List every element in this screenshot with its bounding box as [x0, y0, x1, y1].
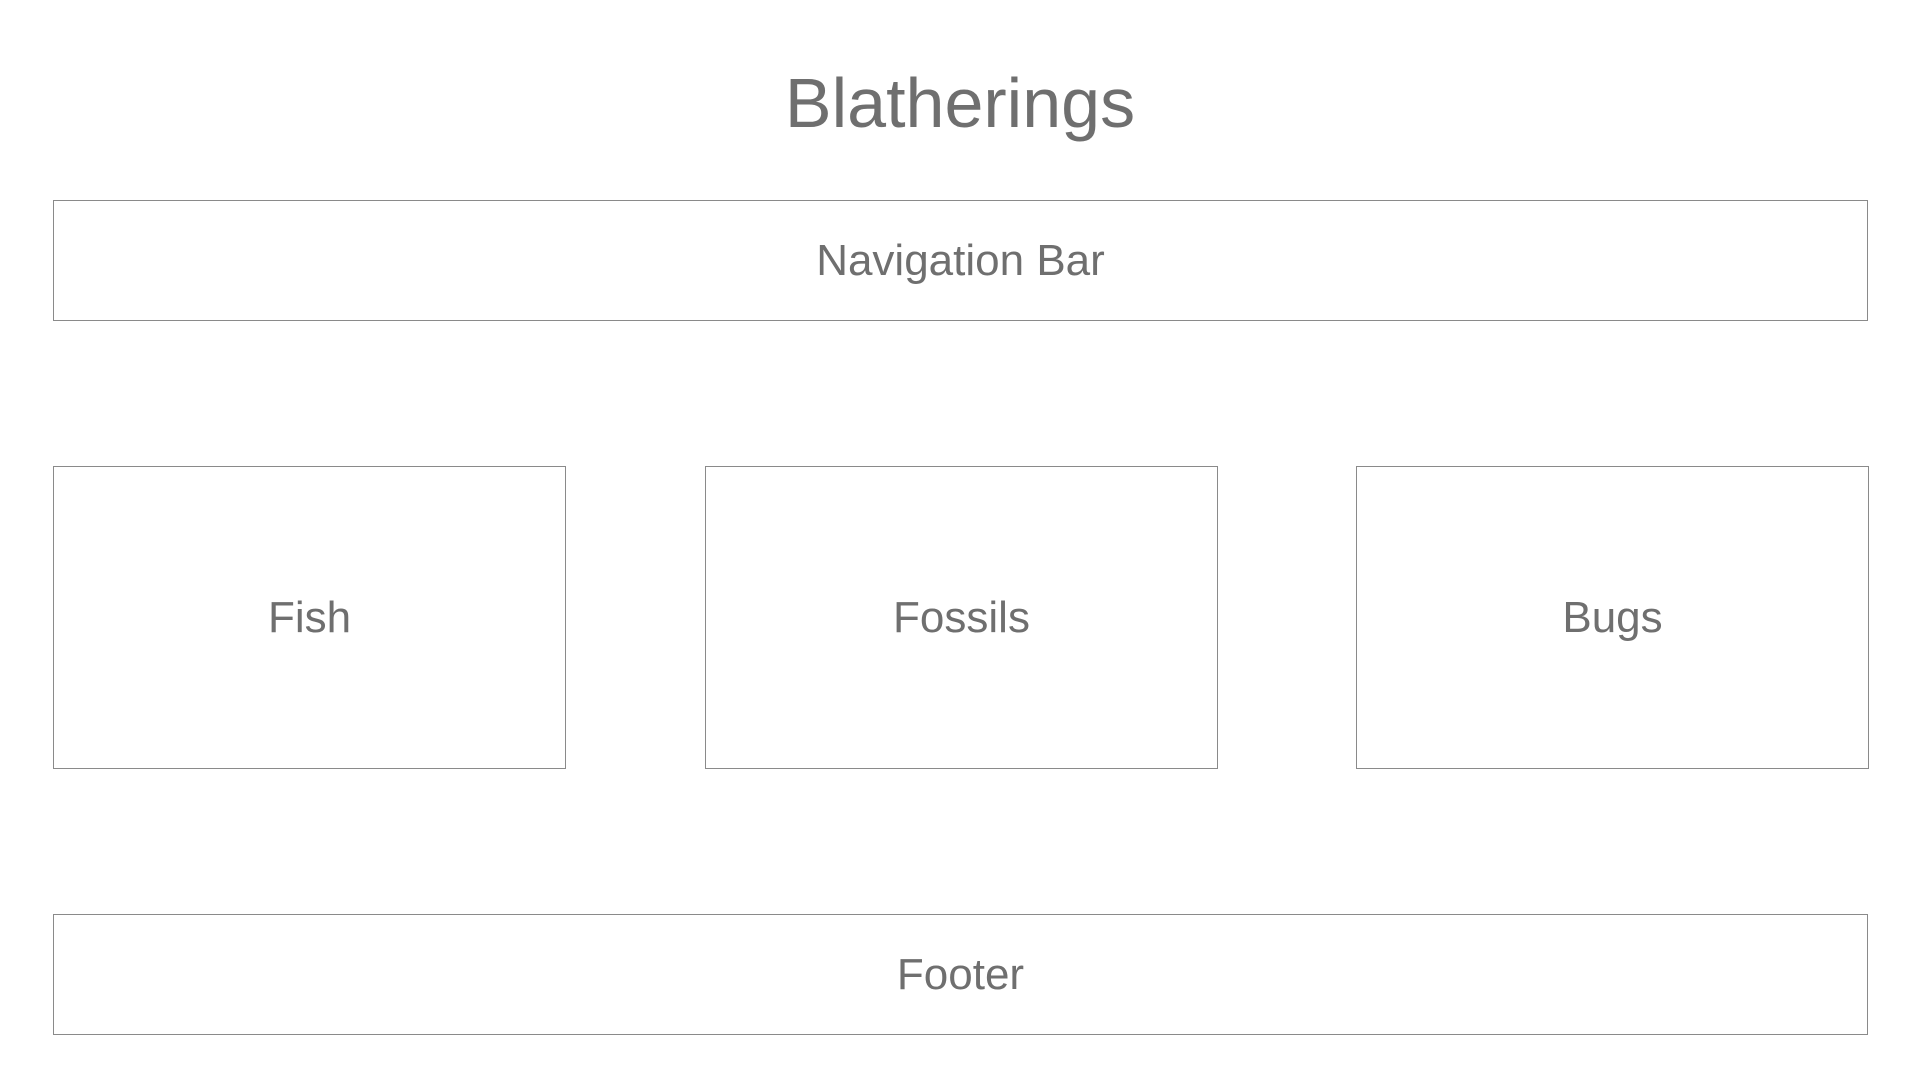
card-bugs-label: Bugs	[1562, 592, 1663, 642]
footer: Footer	[53, 914, 1868, 1035]
card-fish: Fish	[53, 466, 566, 769]
card-fish-label: Fish	[267, 592, 352, 642]
card-fossils: Fossils	[705, 466, 1218, 769]
footer-label: Footer	[896, 949, 1025, 999]
page-title: Blatherings	[784, 64, 1136, 142]
card-fossils-label: Fossils	[893, 592, 1030, 642]
card-bugs: Bugs	[1356, 466, 1869, 769]
navigation-bar-label: Navigation Bar	[816, 235, 1105, 285]
navigation-bar: Navigation Bar	[53, 200, 1868, 321]
